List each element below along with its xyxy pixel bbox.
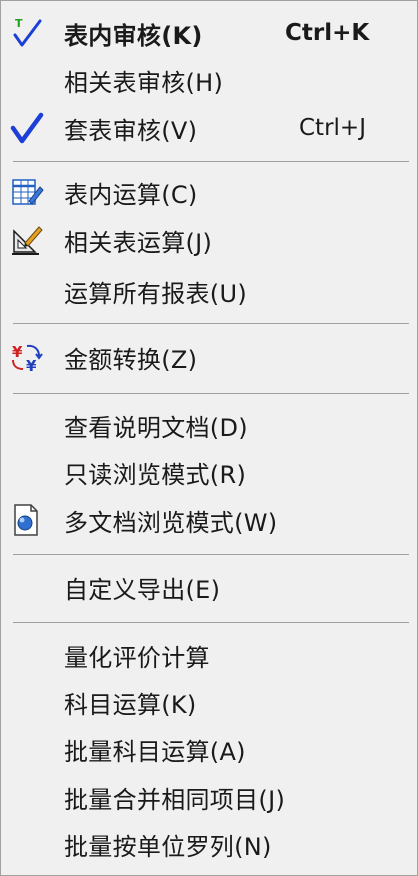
menu-item-shortcut: Ctrl+K [285,20,370,46]
menu-item-subject-compute[interactable]: 科目运算(K) [1,682,417,722]
menu-item-in-table-audit[interactable]: T 表内审核(K) Ctrl+K [1,13,417,53]
menu-item-label: 查看说明文档(D) [64,413,248,442]
multi-document-icon [9,503,45,537]
menu-item-batch-subject-compute[interactable]: 批量科目运算(A) [1,729,417,769]
menu-item-label: 相关表审核(H) [64,68,224,97]
menu-item-label: 表内运算(C) [64,180,198,209]
svg-text:T: T [15,17,23,30]
menu-separator [13,323,409,324]
menu-item-label: 套表审核(V) [64,116,198,145]
menu-item-quantitative-evaluation[interactable]: 量化评价计算 [1,635,417,675]
menu-item-view-docs[interactable]: 查看说明文档(D) [1,405,417,445]
menu-item-set-table-audit[interactable]: 套表审核(V) Ctrl+J [1,108,417,148]
menu-item-label: 表内审核(K) [64,21,203,50]
menu-item-custom-export[interactable]: 自定义导出(E) [1,567,417,607]
menu-item-label: 多文档浏览模式(W) [64,508,278,537]
menu-item-related-table-audit[interactable]: 相关表审核(H) [1,60,417,100]
menu-item-label: 科目运算(K) [64,690,197,719]
menu-item-shortcut: Ctrl+J [299,115,366,141]
menu-item-related-table-compute[interactable]: 相关表运算(J) [1,220,417,260]
menu-item-batch-merge-items[interactable]: 批量合并相同项目(J) [1,777,417,817]
menu-item-readonly-browse[interactable]: 只读浏览模式(R) [1,452,417,492]
menu-separator [13,554,409,555]
currency-convert-icon: ¥ ¥ [9,340,45,374]
menu-item-label: 量化评价计算 [64,643,210,672]
menu-item-label: 只读浏览模式(R) [64,460,247,489]
menu-item-compute-all-reports[interactable]: 运算所有报表(U) [1,271,417,311]
menu-item-label: 相关表运算(J) [64,228,213,257]
menu-separator [13,393,409,394]
menu-item-label: 运算所有报表(U) [64,279,247,308]
menu-item-label: 批量科目运算(A) [64,737,246,766]
menu-item-label: 自定义导出(E) [64,575,221,604]
menu-item-label: 批量合并相同项目(J) [64,785,286,814]
table-edit-icon [9,175,45,209]
context-menu: T 表内审核(K) Ctrl+K 相关表审核(H) 套表审核(V) Ctrl+J [0,0,418,876]
menu-item-batch-list-by-unit[interactable]: 批量按单位罗列(N) [1,824,417,864]
menu-item-label: 金额转换(Z) [64,345,198,374]
menu-separator [13,622,409,623]
ruler-pencil-icon [9,223,45,257]
check-t-icon: T [9,16,45,50]
check-icon [9,111,45,145]
menu-item-in-table-compute[interactable]: 表内运算(C) [1,172,417,212]
svg-text:¥: ¥ [12,343,23,361]
menu-item-label: 批量按单位罗列(N) [64,832,272,861]
svg-text:¥: ¥ [26,357,37,374]
menu-separator [13,161,409,162]
menu-item-amount-convert[interactable]: ¥ ¥ 金额转换(Z) [1,337,417,377]
menu-item-multi-document-browse[interactable]: 多文档浏览模式(W) [1,500,417,540]
